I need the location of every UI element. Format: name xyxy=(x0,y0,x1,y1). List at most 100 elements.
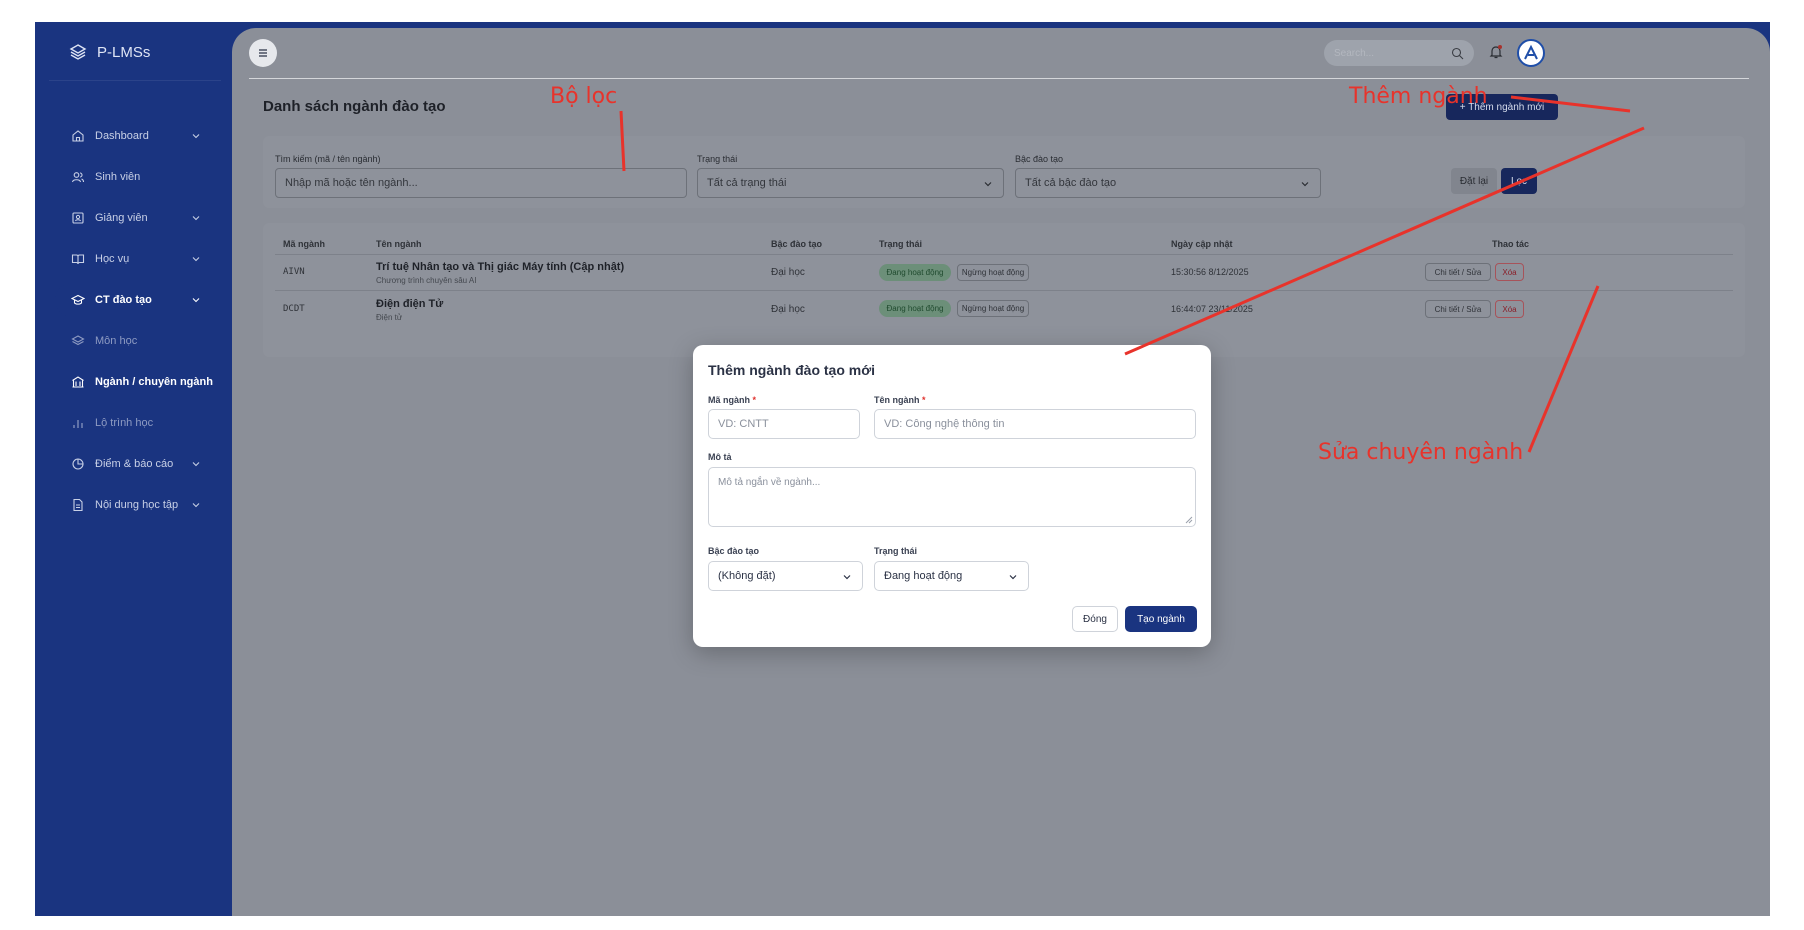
apply-filter-button[interactable]: Lọc xyxy=(1501,168,1537,194)
chevron-down-icon xyxy=(192,216,200,221)
chevron-down-icon xyxy=(984,182,992,187)
column-header-name: Tên ngành xyxy=(376,239,422,249)
status-label: Trạng thái xyxy=(874,546,918,556)
level-filter-value: Tất cả bậc đào tạo xyxy=(1025,177,1117,189)
avatar-logo-icon xyxy=(1524,44,1538,60)
status-filter-value: Tất cả trạng thái xyxy=(707,177,787,189)
bar-chart-icon xyxy=(73,420,83,428)
delete-major-button[interactable]: Xóa xyxy=(1495,300,1524,318)
close-modal-button[interactable]: Đóng xyxy=(1072,606,1118,632)
hamburger-icon xyxy=(259,49,267,57)
edit-major-button[interactable]: Chi tiết / Sửa xyxy=(1425,263,1491,281)
sidebar-item-learning-content[interactable]: Nội dung học tập xyxy=(35,488,232,522)
major-code-input[interactable]: VD: CNTT xyxy=(708,409,860,439)
sidebar-item-academic[interactable]: Học vụ xyxy=(35,242,232,276)
edit-annotation: Sửa chuyên ngành xyxy=(1318,440,1524,465)
major-description: Điện tử xyxy=(376,313,403,322)
major-description: Chương trình chuyên sâu AI xyxy=(376,276,477,285)
add-annotation: Thêm ngành xyxy=(1349,84,1488,109)
reset-filter-button[interactable]: Đặt lại xyxy=(1451,168,1497,194)
users-icon xyxy=(71,172,85,183)
column-header-code: Mã ngành xyxy=(283,239,325,249)
page-title: Danh sách ngành đào tạo xyxy=(263,98,446,115)
sidebar-item-dashboard[interactable]: Dashboard xyxy=(35,119,232,153)
sidebar-item-majors[interactable]: Ngành / chuyên ngành xyxy=(35,365,232,399)
status-badge-active[interactable]: Đang hoạt động xyxy=(879,300,951,317)
level-filter-select[interactable]: Tất cả bậc đào tạo xyxy=(1015,168,1321,198)
status-select-value: Đang hoạt động xyxy=(884,570,963,582)
building-icon xyxy=(72,376,84,388)
sidebar-item-label: CT đào tạo xyxy=(95,294,152,306)
sidebar-item-training-program[interactable]: CT đào tạo xyxy=(55,283,232,317)
id-card-icon xyxy=(72,212,84,224)
sidebar-item-label: Điểm & báo cáo xyxy=(95,458,174,470)
status-badge-inactive[interactable]: Ngừng hoạt động xyxy=(957,300,1029,317)
layers-icon xyxy=(71,335,85,346)
sidebar-item-subjects[interactable]: Môn học xyxy=(35,324,232,358)
chevron-down-icon xyxy=(1301,182,1309,187)
search-filter-input[interactable]: Nhập mã hoặc tên ngành... xyxy=(275,168,687,198)
layers-logo-icon xyxy=(69,44,87,60)
app-window: P-LMSs Dashboard Sinh viên Giảng viên Họ… xyxy=(35,22,1770,916)
description-textarea[interactable]: Mô tả ngắn về ngành... xyxy=(708,467,1196,527)
edit-major-button[interactable]: Chi tiết / Sửa xyxy=(1425,300,1491,318)
status-select[interactable]: Đang hoạt động xyxy=(874,561,1029,591)
resize-handle-icon[interactable] xyxy=(1185,516,1193,524)
chevron-down-icon xyxy=(843,575,851,580)
row-divider xyxy=(275,290,1733,291)
level-select[interactable]: (Không đặt) xyxy=(708,561,863,591)
search-filter-label: Tìm kiếm (mã / tên ngành) xyxy=(275,154,381,164)
column-header-level: Bậc đào tạo xyxy=(771,239,823,249)
chevron-down-icon xyxy=(192,298,200,303)
brand-divider xyxy=(49,80,221,81)
chevron-down-icon xyxy=(192,503,200,508)
row-divider xyxy=(275,254,1733,255)
major-level: Đại học xyxy=(771,304,805,315)
avatar[interactable] xyxy=(1517,39,1545,67)
header-search[interactable]: Search... xyxy=(1324,40,1474,66)
chevron-down-icon xyxy=(192,462,200,467)
status-badge-inactive[interactable]: Ngừng hoạt động xyxy=(957,264,1029,281)
column-header-status: Trạng thái xyxy=(879,239,923,249)
level-label: Bậc đào tạo xyxy=(708,546,760,556)
home-icon xyxy=(72,130,84,142)
notification-bell-icon[interactable] xyxy=(1487,43,1505,61)
create-major-button[interactable]: Tạo ngành xyxy=(1125,606,1197,632)
modal-title: Thêm ngành đào tạo mới xyxy=(708,362,876,378)
sidebar-item-grades-reports[interactable]: Điểm & báo cáo xyxy=(35,447,232,481)
brand[interactable]: P-LMSs xyxy=(69,40,150,64)
sidebar-item-learning-path[interactable]: Lộ trình học xyxy=(35,406,232,440)
status-filter-select[interactable]: Tất cả trạng thái xyxy=(697,168,1004,198)
sidebar-item-label: Nội dung học tập xyxy=(95,499,179,511)
level-select-value: (Không đặt) xyxy=(718,570,776,582)
sidebar-item-students[interactable]: Sinh viên xyxy=(35,160,232,194)
menu-toggle-button[interactable] xyxy=(249,39,277,67)
sidebar-item-label: Sinh viên xyxy=(95,171,141,183)
description-placeholder: Mô tả ngắn về ngành... xyxy=(718,477,821,488)
major-code: AIVN xyxy=(283,267,305,277)
code-label: Mã ngành * xyxy=(708,395,756,405)
column-header-actions: Thao tác xyxy=(1492,239,1530,249)
sidebar-item-label: Ngành / chuyên ngành xyxy=(95,376,213,388)
description-label: Mô tả xyxy=(708,452,732,462)
sidebar-item-label: Môn học xyxy=(95,335,138,347)
graduation-cap-icon xyxy=(71,294,85,305)
sidebar-item-label: Lộ trình học xyxy=(95,417,154,429)
delete-major-button[interactable]: Xóa xyxy=(1495,263,1524,281)
chevron-down-icon xyxy=(192,134,200,139)
add-major-modal: Thêm ngành đào tạo mới Mã ngành * VD: CN… xyxy=(693,345,1211,647)
updated-at: 16:44:07 23/11/2025 xyxy=(1171,304,1253,314)
major-name-input[interactable]: VD: Công nghệ thông tin xyxy=(874,409,1196,439)
updated-at: 15:30:56 8/12/2025 xyxy=(1171,267,1249,277)
brand-name: P-LMSs xyxy=(97,43,151,61)
sidebar-item-lecturers[interactable]: Giảng viên xyxy=(35,201,232,235)
required-mark: * xyxy=(922,395,926,405)
name-label-text: Tên ngành xyxy=(874,395,920,405)
code-label-text: Mã ngành xyxy=(708,395,750,405)
sidebar-item-label: Học vụ xyxy=(95,253,130,265)
book-icon xyxy=(71,254,85,265)
search-placeholder: Search... xyxy=(1334,47,1375,59)
status-badge-active[interactable]: Đang hoạt động xyxy=(879,264,951,281)
search-icon[interactable] xyxy=(1451,47,1464,60)
required-mark: * xyxy=(752,395,757,405)
